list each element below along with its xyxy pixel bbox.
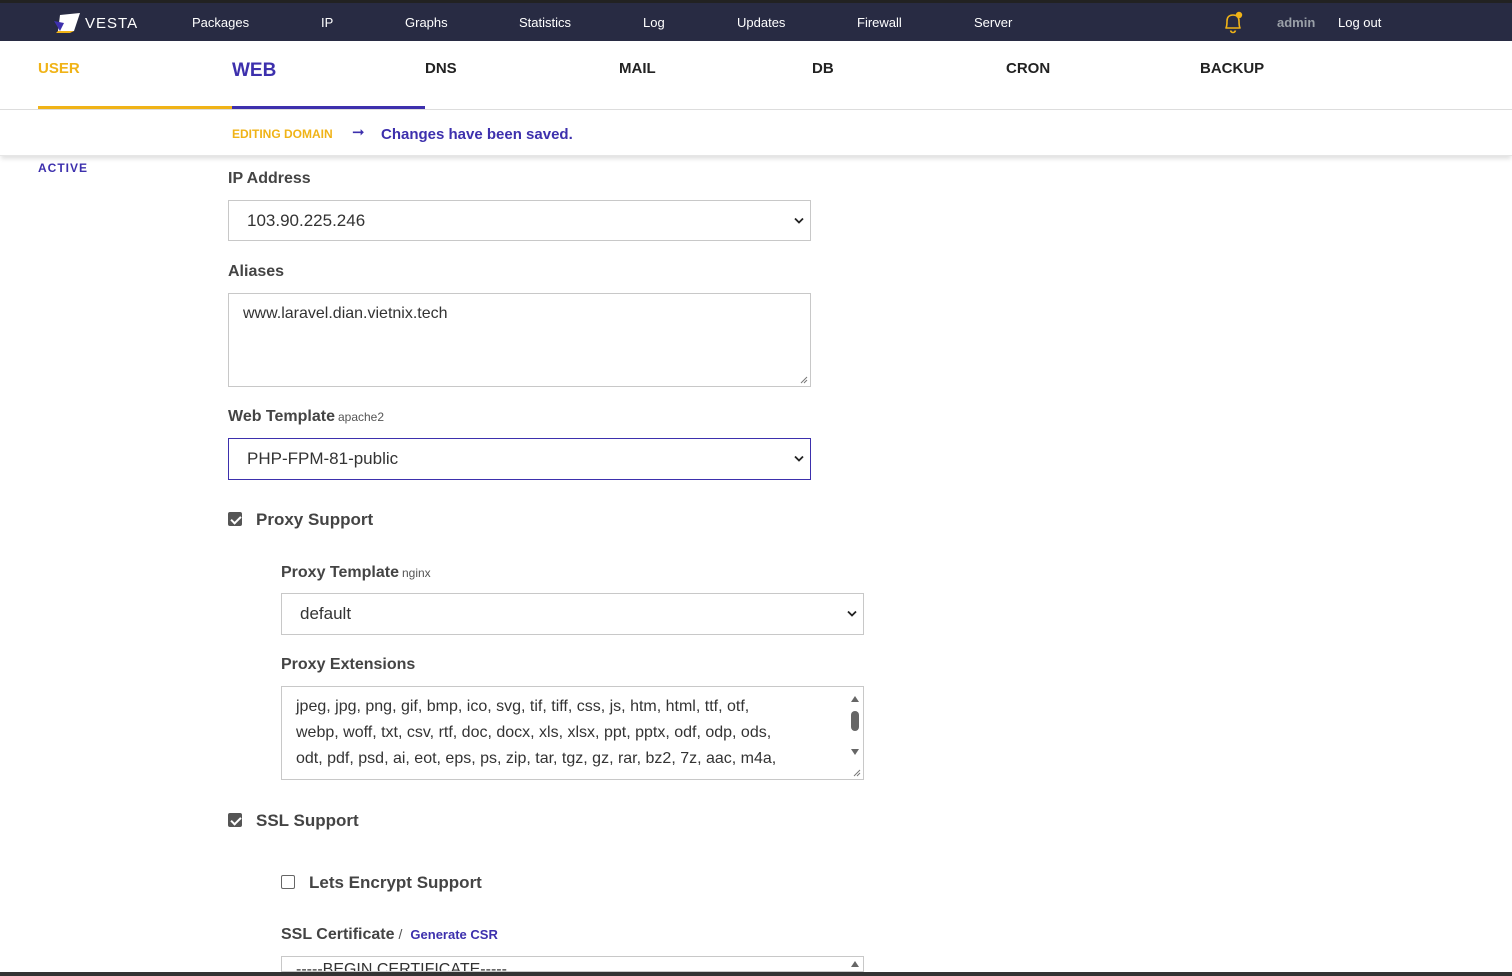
proxy-extensions-line: jpeg, jpg, png, gif, bmp, ico, svg, tif,…	[296, 698, 750, 715]
proxy-extensions-label: Proxy Extensions	[281, 656, 416, 673]
web-template-select[interactable]: PHP-FPM-81-public	[228, 438, 811, 480]
textarea-scrollbar[interactable]	[848, 688, 862, 765]
tab-cron[interactable]: CRON	[1006, 60, 1050, 77]
nav-ip[interactable]: IP	[321, 15, 333, 30]
proxy-template-label: Proxy Template nginx	[281, 564, 431, 582]
notification-bell-icon[interactable]	[1222, 11, 1244, 35]
proxy-extensions-textarea[interactable]: jpeg, jpg, png, gif, bmp, ico, svg, tif,…	[281, 686, 864, 780]
letsencrypt-label[interactable]: Lets Encrypt Support	[309, 873, 482, 893]
resize-handle-icon[interactable]	[852, 768, 861, 777]
ip-address-select[interactable]: 103.90.225.246	[228, 200, 811, 241]
nav-firewall[interactable]: Firewall	[857, 15, 902, 30]
proxy-template-select[interactable]: default	[281, 593, 864, 635]
ssl-certificate-label-text: SSL Certificate	[281, 926, 395, 943]
arrow-right-icon: ➞	[352, 124, 365, 141]
nav-log[interactable]: Log	[643, 15, 665, 30]
resize-handle-icon[interactable]	[799, 375, 808, 384]
tab-user[interactable]: USER	[38, 60, 80, 77]
tab-user-underline	[38, 106, 232, 109]
ip-address-label: IP Address	[228, 170, 311, 187]
breadcrumb-section: EDITING DOMAIN	[232, 127, 333, 141]
separator-slash: /	[398, 926, 403, 942]
web-template-label: Web Template apache2	[228, 408, 384, 426]
proxy-extensions-line: odt, pdf, psd, ai, eot, eps, ps, zip, ta…	[296, 750, 777, 767]
proxy-support-label[interactable]: Proxy Support	[256, 510, 373, 530]
nav-packages[interactable]: Packages	[192, 15, 249, 30]
aliases-label: Aliases	[228, 263, 285, 280]
vesta-logo-icon	[54, 13, 80, 33]
vesta-logo[interactable]: VESTA	[54, 12, 138, 34]
tab-mail[interactable]: MAIL	[619, 60, 656, 77]
ssl-certificate-value: -----BEGIN CERTIFICATE-----	[296, 961, 507, 972]
tab-db[interactable]: DB	[812, 60, 834, 77]
user-name[interactable]: admin	[1277, 15, 1315, 30]
proxy-template-label-text: Proxy Template	[281, 564, 399, 581]
ssl-support-checkbox[interactable]	[228, 813, 242, 827]
proxy-extensions-line: webp, woff, txt, csv, rtf, doc, docx, xl…	[296, 724, 772, 741]
ssl-certificate-label: SSL Certificate / Generate CSR	[281, 926, 498, 944]
nav-server[interactable]: Server	[974, 15, 1012, 30]
chevron-down-icon	[794, 455, 804, 462]
ip-address-value: 103.90.225.246	[247, 210, 366, 230]
letsencrypt-checkbox[interactable]	[281, 875, 295, 889]
section-tabs: USER WEB DNS MAIL DB CRON BACKUP	[0, 41, 1512, 110]
web-template-value: PHP-FPM-81-public	[247, 449, 399, 468]
breadcrumb: EDITING DOMAIN ➞ Changes have been saved…	[0, 110, 1512, 156]
tab-web-underline	[232, 106, 425, 109]
chevron-down-icon	[847, 610, 857, 617]
scroll-down-icon[interactable]	[851, 749, 859, 755]
proxy-template-sub: nginx	[401, 566, 431, 580]
scroll-up-icon[interactable]	[851, 696, 859, 702]
logout-link[interactable]: Log out	[1338, 15, 1381, 30]
web-template-label-text: Web Template	[228, 408, 335, 425]
generate-csr-link[interactable]: Generate CSR	[410, 927, 497, 942]
tab-backup[interactable]: BACKUP	[1200, 60, 1264, 77]
domain-status: ACTIVE	[38, 161, 89, 175]
save-status-message: Changes have been saved.	[381, 126, 573, 143]
tab-web[interactable]: WEB	[232, 60, 276, 82]
scrollbar-thumb[interactable]	[851, 711, 859, 731]
scroll-up-icon[interactable]	[851, 961, 859, 967]
web-template-sub: apache2	[337, 410, 385, 424]
aliases-textarea[interactable]: www.laravel.dian.vietnix.tech	[228, 293, 811, 387]
ssl-support-label[interactable]: SSL Support	[256, 811, 359, 831]
nav-updates[interactable]: Updates	[737, 15, 785, 30]
tab-dns[interactable]: DNS	[425, 60, 457, 77]
ssl-certificate-textarea[interactable]: -----BEGIN CERTIFICATE-----	[281, 956, 864, 972]
proxy-support-checkbox[interactable]	[228, 512, 242, 526]
aliases-value: www.laravel.dian.vietnix.tech	[243, 305, 448, 322]
nav-graphs[interactable]: Graphs	[405, 15, 448, 30]
window-bottom-edge	[0, 972, 1512, 976]
top-bar: VESTA Packages IP Graphs Statistics Log …	[0, 0, 1512, 41]
logo-text: VESTA	[85, 14, 139, 32]
proxy-template-value: default	[300, 604, 352, 623]
nav-statistics[interactable]: Statistics	[519, 15, 571, 30]
chevron-down-icon	[794, 217, 804, 224]
